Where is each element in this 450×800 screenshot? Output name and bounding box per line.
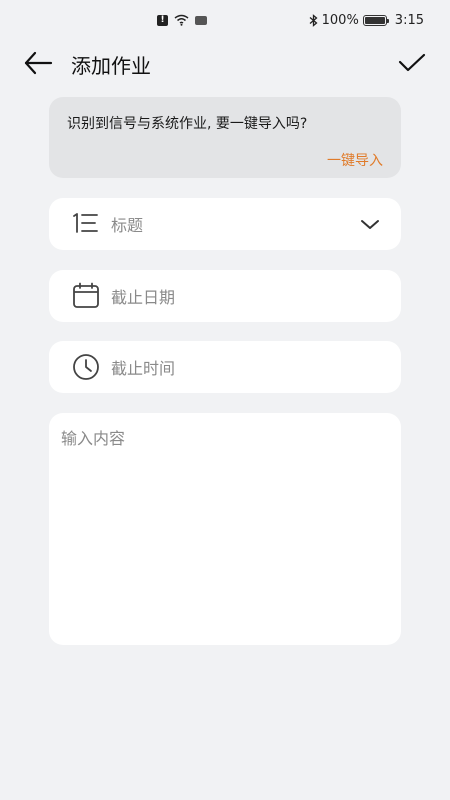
import-suggestion-banner: 识别到信号与系统作业, 要一键导入吗? 一键导入 (49, 97, 401, 178)
content-input[interactable] (49, 413, 401, 645)
status-left-icons: ! (157, 14, 207, 26)
title-field[interactable]: 标题 (49, 198, 401, 250)
clock-time: 3:15 (394, 13, 424, 28)
bluetooth-icon (309, 14, 318, 27)
sim-icon (195, 15, 207, 25)
content-card (49, 413, 401, 645)
back-button[interactable] (22, 48, 56, 78)
check-icon (398, 53, 426, 72)
deadline-date-placeholder: 截止日期 (111, 288, 176, 307)
list-numbered-icon (71, 210, 101, 238)
wifi-icon (174, 14, 189, 26)
clock-icon (71, 353, 101, 381)
alert-icon: ! (157, 14, 168, 26)
header: 添加作业 (0, 44, 450, 84)
status-bar: ! 100% 3:15 (0, 0, 450, 44)
battery-percentage: 100% (321, 13, 359, 28)
one-click-import-button[interactable]: 一键导入 (327, 150, 383, 170)
deadline-time-field[interactable]: 截止时间 (49, 341, 401, 393)
confirm-button[interactable] (396, 48, 428, 78)
status-right: 100% 3:15 (309, 13, 424, 28)
calendar-icon (71, 282, 101, 310)
deadline-time-placeholder: 截止时间 (111, 359, 176, 378)
expand-title-button[interactable] (359, 214, 381, 234)
import-suggestion-text: 识别到信号与系统作业, 要一键导入吗? (67, 116, 308, 132)
title-placeholder: 标题 (111, 216, 144, 235)
page-title: 添加作业 (71, 54, 151, 78)
battery-icon (362, 15, 389, 26)
arrow-left-icon (24, 51, 53, 75)
deadline-date-field[interactable]: 截止日期 (49, 270, 401, 322)
chevron-down-icon (361, 220, 379, 229)
